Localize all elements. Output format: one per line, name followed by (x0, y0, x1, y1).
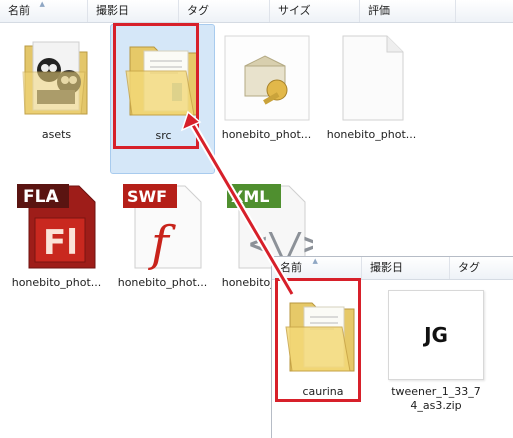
secondary-column-name[interactable]: 名前 ▲ (272, 257, 362, 279)
secondary-column-name-label: 名前 (280, 261, 302, 274)
image-folder-icon (8, 28, 105, 128)
file-item-honebito-phot-swf[interactable]: SWF f honebito_phot... (110, 172, 215, 322)
swf-badge-text: SWF (127, 187, 167, 206)
file-label: src (155, 129, 172, 142)
column-size[interactable]: サイズ (270, 0, 360, 22)
file-label: honebito_phot... (221, 128, 312, 141)
column-name[interactable]: 名前 ▲ (0, 0, 88, 22)
file-item-caurina[interactable]: caurina (278, 281, 368, 431)
file-label: caurina (302, 385, 344, 398)
file-label: honebito_phot... (117, 276, 208, 289)
file-item-tweener-zip[interactable]: JG tweener_1_33_7 4_as3.zip (381, 281, 491, 431)
folder-icon (115, 29, 212, 129)
secondary-column-date-taken[interactable]: 撮影日 (362, 257, 450, 279)
secondary-explorer-window: 名前 ▲ 撮影日 タグ caurina JG tweener_1_33_7 4_… (271, 256, 513, 438)
column-date-taken[interactable]: 撮影日 (88, 0, 179, 22)
xml-badge-text: XML (231, 187, 269, 206)
secondary-column-header-bar: 名前 ▲ 撮影日 タグ (272, 257, 513, 280)
secondary-column-tags[interactable]: タグ (450, 257, 513, 279)
column-date-taken-label: 撮影日 (96, 4, 129, 17)
fla-badge-text: FLA (23, 187, 59, 207)
flash-fla-file-icon: FLA Fl (8, 176, 105, 276)
column-tags-label: タグ (187, 4, 209, 17)
file-item-src[interactable]: src (110, 24, 215, 174)
flash-swf-file-icon: SWF f (114, 176, 211, 276)
sort-ascending-icon: ▲ (39, 0, 45, 8)
folder-icon (282, 285, 364, 385)
column-size-label: サイズ (278, 4, 311, 17)
file-item-asets[interactable]: asets (4, 24, 109, 174)
sort-ascending-icon: ▲ (312, 257, 318, 265)
column-header-bar: 名前 ▲ 撮影日 タグ サイズ 評価 (0, 0, 513, 23)
column-rating[interactable]: 評価 (360, 0, 456, 22)
file-item-honebito-phot-fla[interactable]: FLA Fl honebito_phot... (4, 172, 109, 322)
blank-file-icon (323, 28, 420, 128)
certificate-file-icon (218, 28, 315, 128)
file-label: asets (41, 128, 72, 141)
file-label: honebito_phot... (326, 128, 417, 141)
secondary-column-tags-label: タグ (458, 261, 480, 274)
file-item-honebito-phot-2[interactable]: honebito_phot... (319, 24, 424, 174)
file-label: honebito_phot... (11, 276, 102, 289)
column-tags[interactable]: タグ (179, 0, 270, 22)
column-spacer (456, 0, 513, 22)
file-item-honebito-phot-1[interactable]: honebito_phot... (214, 24, 319, 174)
jpeg-file-icon: JG (384, 285, 488, 385)
jpeg-thumb-text: JG (388, 290, 484, 380)
fla-glyph-text: Fl (43, 223, 78, 263)
file-label: tweener_1_33_7 4_as3.zip (391, 385, 481, 412)
secondary-column-date-taken-label: 撮影日 (370, 261, 403, 274)
column-name-label: 名前 (8, 4, 30, 17)
column-rating-label: 評価 (368, 4, 390, 17)
